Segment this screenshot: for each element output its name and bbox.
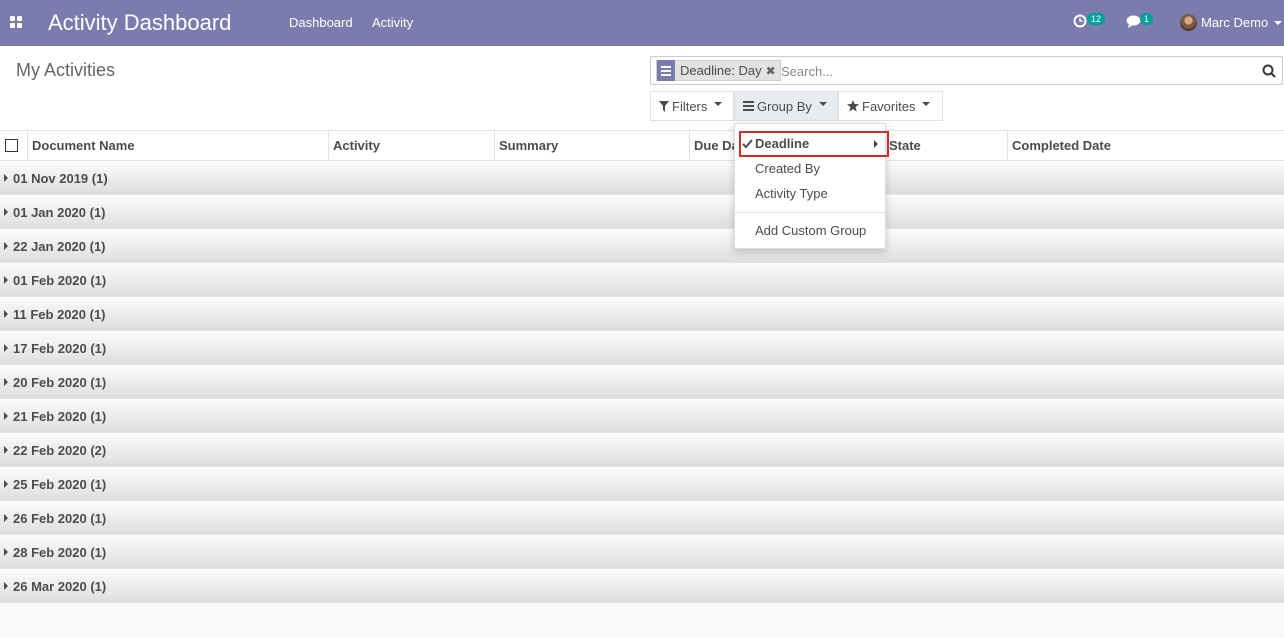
group-by-facet-icon bbox=[657, 60, 675, 81]
caret-right-icon bbox=[4, 208, 8, 216]
caret-right-icon bbox=[874, 140, 878, 148]
search-icon[interactable] bbox=[1262, 64, 1276, 78]
group-row[interactable]: 17 Feb 2020 (1) bbox=[0, 331, 1284, 365]
apps-menu-icon[interactable] bbox=[10, 16, 22, 28]
group-by-option-deadline[interactable]: Deadline bbox=[739, 131, 889, 157]
select-all-checkbox[interactable] bbox=[5, 139, 18, 152]
group-label: 01 Feb 2020 (1) bbox=[13, 273, 107, 288]
caret-right-icon bbox=[4, 344, 8, 352]
caret-right-icon bbox=[4, 276, 8, 284]
column-header-activity[interactable]: Activity bbox=[328, 131, 494, 161]
group-by-option-created-by[interactable]: Created By bbox=[735, 157, 887, 181]
group-row[interactable]: 01 Jan 2020 (1) bbox=[0, 195, 1284, 229]
group-label: 25 Feb 2020 (1) bbox=[13, 477, 107, 492]
dropdown-divider bbox=[735, 212, 887, 213]
column-header-state[interactable]: State bbox=[884, 131, 1007, 161]
table-header: Document Name Activity Summary Due Date … bbox=[0, 131, 1284, 161]
add-custom-group-button[interactable]: Add Custom Group bbox=[735, 219, 887, 243]
group-by-label: Group By bbox=[757, 98, 812, 114]
select-all-header bbox=[0, 131, 27, 161]
user-menu[interactable]: Marc Demo bbox=[1201, 15, 1268, 30]
group-label: 17 Feb 2020 (1) bbox=[13, 341, 107, 356]
search-box[interactable]: Deadline: Day ✖ bbox=[650, 56, 1283, 85]
group-row[interactable]: 22 Jan 2020 (1) bbox=[0, 229, 1284, 263]
facet-remove-icon[interactable]: ✖ bbox=[766, 64, 780, 78]
caret-right-icon bbox=[4, 412, 8, 420]
group-label: 26 Mar 2020 (1) bbox=[13, 579, 107, 594]
search-input[interactable] bbox=[781, 62, 1251, 80]
group-by-button[interactable]: Group By bbox=[734, 91, 838, 121]
caret-right-icon bbox=[4, 548, 8, 556]
filters-label: Filters bbox=[672, 98, 708, 114]
chevron-down-icon bbox=[922, 102, 931, 106]
column-header-document-name[interactable]: Document Name bbox=[27, 131, 328, 161]
message-count-badge: 1 bbox=[1140, 13, 1154, 25]
group-row[interactable]: 21 Feb 2020 (1) bbox=[0, 399, 1284, 433]
chevron-down-icon bbox=[714, 102, 723, 106]
caret-right-icon bbox=[4, 582, 8, 590]
user-menu-caret-icon[interactable] bbox=[1274, 21, 1282, 25]
group-label: 11 Feb 2020 (1) bbox=[13, 307, 106, 322]
group-label: 01 Nov 2019 (1) bbox=[13, 171, 108, 186]
app-title: Activity Dashboard bbox=[48, 10, 232, 35]
group-row[interactable]: 26 Feb 2020 (1) bbox=[0, 501, 1284, 535]
column-header-completed-date[interactable]: Completed Date bbox=[1007, 131, 1284, 161]
caret-right-icon bbox=[4, 480, 8, 488]
group-by-option-activity-type[interactable]: Activity Type bbox=[735, 182, 887, 206]
group-by-dropdown: Deadline Created By Activity Type Add Cu… bbox=[734, 123, 889, 249]
group-row[interactable]: 01 Nov 2019 (1) bbox=[0, 161, 1284, 195]
search-facet-deadline: Deadline: Day ✖ bbox=[656, 60, 781, 81]
activity-count-badge: 12 bbox=[1087, 13, 1106, 25]
chat-icon[interactable] bbox=[1126, 15, 1141, 28]
caret-right-icon bbox=[4, 242, 8, 250]
control-panel: My Activities Deadline: Day ✖ Filters Gr… bbox=[0, 46, 1284, 131]
caret-right-icon bbox=[4, 446, 8, 454]
breadcrumb: My Activities bbox=[16, 60, 116, 80]
favorites-button[interactable]: Favorites bbox=[838, 91, 943, 121]
activity-clock-icon[interactable] bbox=[1073, 14, 1087, 28]
group-label: 01 Jan 2020 (1) bbox=[13, 205, 106, 220]
option-label: Deadline bbox=[755, 136, 810, 151]
favorites-label: Favorites bbox=[862, 98, 916, 114]
user-avatar[interactable] bbox=[1180, 14, 1197, 31]
bars-icon bbox=[743, 101, 754, 111]
caret-right-icon bbox=[4, 174, 8, 182]
chevron-down-icon bbox=[818, 102, 827, 106]
group-row[interactable]: 26 Mar 2020 (1) bbox=[0, 569, 1284, 603]
activity-list: Document Name Activity Summary Due Date … bbox=[0, 131, 1284, 603]
group-label: 26 Feb 2020 (1) bbox=[13, 511, 107, 526]
column-header-summary[interactable]: Summary bbox=[494, 131, 689, 161]
caret-right-icon bbox=[4, 514, 8, 522]
group-label: 20 Feb 2020 (1) bbox=[13, 375, 107, 390]
group-row[interactable]: 28 Feb 2020 (1) bbox=[0, 535, 1284, 569]
group-label: 22 Jan 2020 (1) bbox=[13, 239, 106, 254]
group-label: 21 Feb 2020 (1) bbox=[13, 409, 107, 424]
nav-dashboard[interactable]: Dashboard bbox=[289, 15, 353, 30]
filter-icon bbox=[659, 100, 669, 112]
group-row[interactable]: 22 Feb 2020 (2) bbox=[0, 433, 1284, 467]
group-label: 28 Feb 2020 (1) bbox=[13, 545, 107, 560]
filters-button[interactable]: Filters bbox=[650, 91, 734, 121]
caret-right-icon bbox=[4, 310, 8, 318]
group-row[interactable]: 25 Feb 2020 (1) bbox=[0, 467, 1284, 501]
nav-activity[interactable]: Activity bbox=[372, 15, 413, 30]
group-row[interactable]: 01 Feb 2020 (1) bbox=[0, 263, 1284, 297]
group-row[interactable]: 20 Feb 2020 (1) bbox=[0, 365, 1284, 399]
caret-right-icon bbox=[4, 378, 8, 386]
star-icon bbox=[847, 100, 859, 112]
facet-value: Deadline: Day bbox=[680, 63, 762, 78]
group-row[interactable]: 11 Feb 2020 (1) bbox=[0, 297, 1284, 331]
group-label: 22 Feb 2020 (2) bbox=[13, 443, 107, 458]
check-icon bbox=[742, 139, 753, 149]
top-navbar: Activity Dashboard Dashboard Activity 12… bbox=[0, 0, 1284, 46]
